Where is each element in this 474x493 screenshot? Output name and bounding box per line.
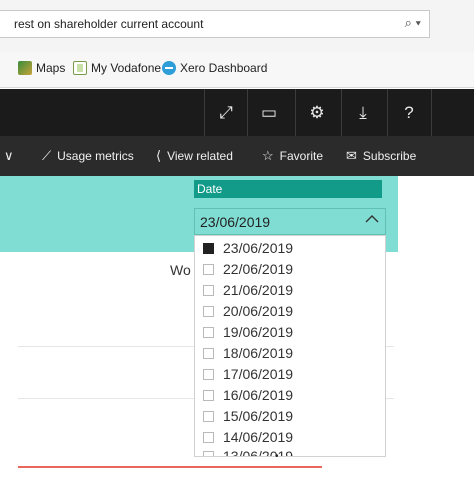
slicer-option[interactable]: 16/06/2019 <box>203 385 293 405</box>
help-icon[interactable]: ? <box>387 89 430 136</box>
cursor-icon: • <box>275 451 279 462</box>
subscribe-button[interactable]: ✉ Subscribe <box>346 148 416 164</box>
slicer-option[interactable]: 18/06/2019 <box>203 343 293 363</box>
favorite-label: Favorite <box>279 149 324 163</box>
slicer-option-label: 15/06/2019 <box>223 408 294 424</box>
checkbox[interactable] <box>203 431 214 443</box>
checkbox[interactable] <box>203 326 214 338</box>
usage-metrics-button[interactable]: ⟋ Usage metrics <box>42 148 134 164</box>
search-icon[interactable]: ⌕ ▾ <box>405 15 421 31</box>
checkbox[interactable] <box>203 305 214 317</box>
checkbox[interactable] <box>203 389 214 401</box>
command-bar: ∨ ⟋ Usage metrics ⟨ View related ☆ Favor… <box>0 136 474 176</box>
chevron-down-icon[interactable]: ∨ <box>4 148 14 164</box>
view-related-label: View related <box>167 149 233 163</box>
app-bar-spacer <box>431 89 474 136</box>
browser-address-area: rest on shareholder current account ⌕ ▾ <box>0 0 474 52</box>
chevron-up-icon[interactable] <box>365 212 379 224</box>
slicer-option[interactable]: 13/06/2019 <box>203 446 294 457</box>
slicer-option[interactable]: 20/06/2019 <box>203 301 293 321</box>
slicer-option-label: 13/06/2019 <box>223 448 294 457</box>
slicer-option[interactable]: 15/06/2019 <box>203 406 293 426</box>
slicer-option-label: 19/06/2019 <box>223 324 294 340</box>
slicer-option-label: 20/06/2019 <box>223 303 294 319</box>
favorite-my-vodafone[interactable]: My Vodafone <box>73 61 161 75</box>
checkbox[interactable] <box>203 410 214 422</box>
usage-metrics-label: Usage metrics <box>57 149 134 163</box>
favorite-xero-dashboard[interactable]: Xero Dashboard <box>162 61 267 75</box>
slicer-option[interactable]: 22/06/2019 <box>203 259 293 279</box>
checkbox[interactable] <box>203 284 214 296</box>
slicer-option[interactable]: 21/06/2019 <box>203 280 293 300</box>
address-bar-spacer <box>440 10 474 38</box>
download-icon[interactable]: ⤓ <box>341 89 384 136</box>
expand-icon[interactable]: ⤢ <box>204 89 247 136</box>
share-icon: ⟨ <box>156 148 162 163</box>
address-text[interactable]: rest on shareholder current account <box>14 17 203 31</box>
view-related-button[interactable]: ⟨ View related <box>156 148 233 164</box>
slicer-option-label: 18/06/2019 <box>223 345 294 361</box>
checkbox[interactable] <box>203 347 214 359</box>
favorites-bar: Maps My Vodafone Xero Dashboard <box>0 52 474 88</box>
progress-line <box>18 466 322 468</box>
slicer-option[interactable]: 17/06/2019 <box>203 364 293 384</box>
slicer-option-label: 17/06/2019 <box>223 366 294 382</box>
star-icon: ☆ <box>262 148 274 163</box>
slicer-selected-value: 23/06/2019 <box>200 214 271 230</box>
slicer-option[interactable]: 19/06/2019 <box>203 322 293 342</box>
checkbox[interactable] <box>203 450 214 456</box>
xero-icon <box>162 61 176 75</box>
chart-icon: ⟋ <box>42 148 52 163</box>
favorite-label: My Vodafone <box>91 61 162 75</box>
slicer-option[interactable]: 14/06/2019 <box>203 427 293 447</box>
slicer-dropdown-list[interactable]: 23/06/2019 22/06/2019 21/06/2019 20/06/2… <box>194 235 386 457</box>
subscribe-label: Subscribe <box>362 149 417 163</box>
favorite-label: Xero Dashboard <box>180 61 268 75</box>
slicer-option[interactable]: 23/06/2019 <box>203 238 293 258</box>
checkbox-checked[interactable] <box>203 242 214 254</box>
slicer-option-label: 23/06/2019 <box>223 240 294 256</box>
date-slicer-dropdown[interactable]: 23/06/2019 <box>194 208 386 235</box>
checkbox[interactable] <box>203 368 214 380</box>
maps-icon <box>18 61 32 75</box>
address-bar[interactable]: rest on shareholder current account ⌕ ▾ <box>0 10 430 38</box>
slicer-option-label: 21/06/2019 <box>223 282 294 298</box>
slicer-option-label: 16/06/2019 <box>223 387 294 403</box>
favorite-label: Maps <box>36 61 66 75</box>
mail-icon: ✉ <box>346 148 357 163</box>
slicer-option-label: 22/06/2019 <box>223 261 294 277</box>
vodafone-icon <box>73 61 87 75</box>
app-top-bar: ⤢ ▭ ⚙ ⤓ ? <box>0 89 474 136</box>
gear-icon[interactable]: ⚙ <box>295 89 338 136</box>
dropdown-scrollbar[interactable] <box>377 236 385 456</box>
favorite-button[interactable]: ☆ Favorite <box>262 148 323 164</box>
comment-icon[interactable]: ▭ <box>247 89 290 136</box>
visual-title: Wo <box>170 262 191 278</box>
checkbox[interactable] <box>203 263 214 275</box>
slicer-header: Date <box>194 180 382 198</box>
favorite-maps[interactable]: Maps <box>18 61 65 75</box>
slicer-option-label: 14/06/2019 <box>223 429 294 445</box>
